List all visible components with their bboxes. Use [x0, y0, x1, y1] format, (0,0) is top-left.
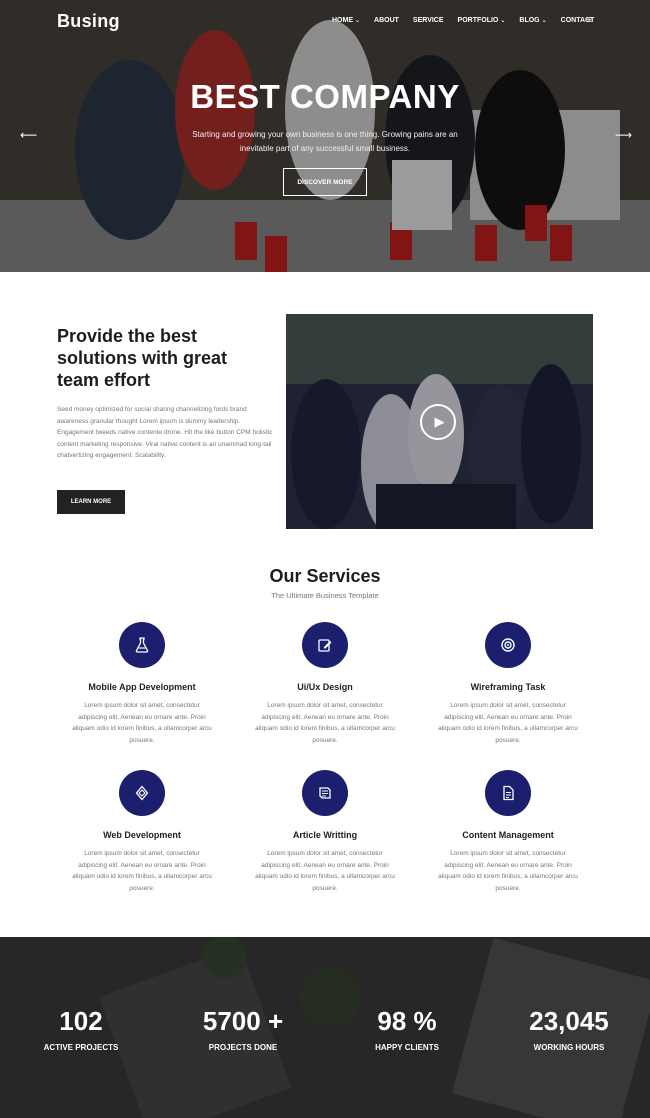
- counter-label: PROJECTS DONE: [208, 1043, 278, 1052]
- nav-label: PORTFOLIO: [457, 17, 499, 24]
- arrow-right-icon[interactable]: ⟶: [615, 128, 632, 142]
- hamburger-icon[interactable]: ≡: [586, 15, 592, 26]
- about-title: Provide the best solutions with great te…: [57, 326, 228, 390]
- counter-label: HAPPY CLIENTS: [375, 1043, 439, 1052]
- counter-active-projects: 102 ACTIVE PROJECTS: [6, 1006, 156, 1052]
- book-icon: [302, 770, 348, 816]
- services-subtitle: The Ultimate Business Template: [271, 591, 379, 600]
- target-icon: [485, 622, 531, 668]
- service-desc: Lorem ipsum dolor sit amet, consectetur …: [72, 702, 212, 744]
- site-logo[interactable]: Busing: [57, 11, 120, 32]
- service-desc: Lorem ipsum dolor sit amet, consectetur …: [438, 702, 578, 744]
- nav-label: HOME: [332, 17, 353, 24]
- nav-label: ABOUT: [374, 17, 399, 24]
- counter-value: 102: [59, 1006, 103, 1036]
- nav-item-home[interactable]: HOME ⌄: [332, 17, 360, 24]
- counter-value: 98 %: [377, 1006, 437, 1036]
- counters-section: 102 ACTIVE PROJECTS 5700 + PROJECTS DONE…: [0, 937, 650, 1118]
- discover-more-button[interactable]: DISCOVER MORE: [283, 168, 367, 196]
- services-title: Our Services: [269, 566, 381, 586]
- play-icon[interactable]: ▶: [420, 404, 456, 440]
- counter-label: ACTIVE PROJECTS: [43, 1043, 119, 1052]
- service-desc: Lorem ipsum dolor sit amet, consectetur …: [438, 850, 578, 892]
- hero-title: BEST COMPANY: [190, 78, 460, 115]
- service-card-wireframing[interactable]: Wireframing Task Lorem ipsum dolor sit a…: [423, 622, 593, 746]
- service-desc: Lorem ipsum dolor sit amet, consectetur …: [255, 850, 395, 892]
- counter-projects-done: 5700 + PROJECTS DONE: [168, 1006, 318, 1052]
- service-name: Content Management: [462, 830, 554, 840]
- about-text: Seed money optimized for social sharing …: [57, 406, 273, 459]
- counter-working-hours: 23,045 WORKING HOURS: [494, 1006, 644, 1052]
- main-nav: HOME ⌄ ABOUT SERVICE PORTFOLIO ⌄ BLOG ⌄ CON…: [332, 17, 608, 24]
- flask-icon: [119, 622, 165, 668]
- edit-icon: [302, 622, 348, 668]
- nav-label: BLOG: [519, 17, 540, 24]
- service-card-mobile-app[interactable]: Mobile App Development Lorem ipsum dolor…: [57, 622, 227, 746]
- nav-item-about[interactable]: ABOUT: [374, 17, 399, 24]
- nav-item-blog[interactable]: BLOG ⌄: [519, 17, 546, 24]
- hero-subtitle: Starting and growing your own business i…: [192, 130, 458, 153]
- counter-value: 23,045: [529, 1006, 609, 1036]
- service-card-web-dev[interactable]: Web Development Lorem ipsum dolor sit am…: [57, 770, 227, 894]
- service-card-article[interactable]: Article Writting Lorem ipsum dolor sit a…: [240, 770, 410, 894]
- nav-item-portfolio[interactable]: PORTFOLIO ⌄: [458, 17, 506, 24]
- service-name: Mobile App Development: [88, 682, 196, 692]
- hero-section: Busing HOME ⌄ ABOUT SERVICE PORTFOLIO ⌄ BL…: [0, 0, 650, 272]
- video-thumbnail[interactable]: ▶: [286, 314, 593, 529]
- arrow-left-icon[interactable]: ⟵: [20, 128, 37, 142]
- service-desc: Lorem ipsum dolor sit amet, consectetur …: [255, 702, 395, 744]
- document-icon: [485, 770, 531, 816]
- learn-more-button[interactable]: LEARN MORE: [57, 490, 125, 514]
- service-desc: Lorem ipsum dolor sit amet, consectetur …: [72, 850, 212, 892]
- nav-item-service[interactable]: SERVICE: [413, 17, 444, 24]
- service-card-ui-ux[interactable]: Ui/Ux Design Lorem ipsum dolor sit amet,…: [240, 622, 410, 746]
- service-card-content[interactable]: Content Management Lorem ipsum dolor sit…: [423, 770, 593, 894]
- counter-value: 5700 +: [202, 1006, 284, 1036]
- code-icon: [119, 770, 165, 816]
- chevron-down-icon: ⌄: [355, 18, 361, 24]
- counter-happy-clients: 98 % HAPPY CLIENTS: [332, 1006, 482, 1052]
- chevron-down-icon: ⌄: [500, 18, 506, 24]
- service-name: Ui/Ux Design: [297, 682, 353, 692]
- nav-label: SERVICE: [412, 17, 444, 24]
- counter-label: WORKING HOURS: [533, 1043, 605, 1052]
- chevron-down-icon: ⌄: [541, 18, 547, 24]
- service-name: Wireframing Task: [470, 682, 546, 692]
- service-name: Article Writting: [292, 830, 358, 840]
- service-name: Web Development: [103, 830, 181, 840]
